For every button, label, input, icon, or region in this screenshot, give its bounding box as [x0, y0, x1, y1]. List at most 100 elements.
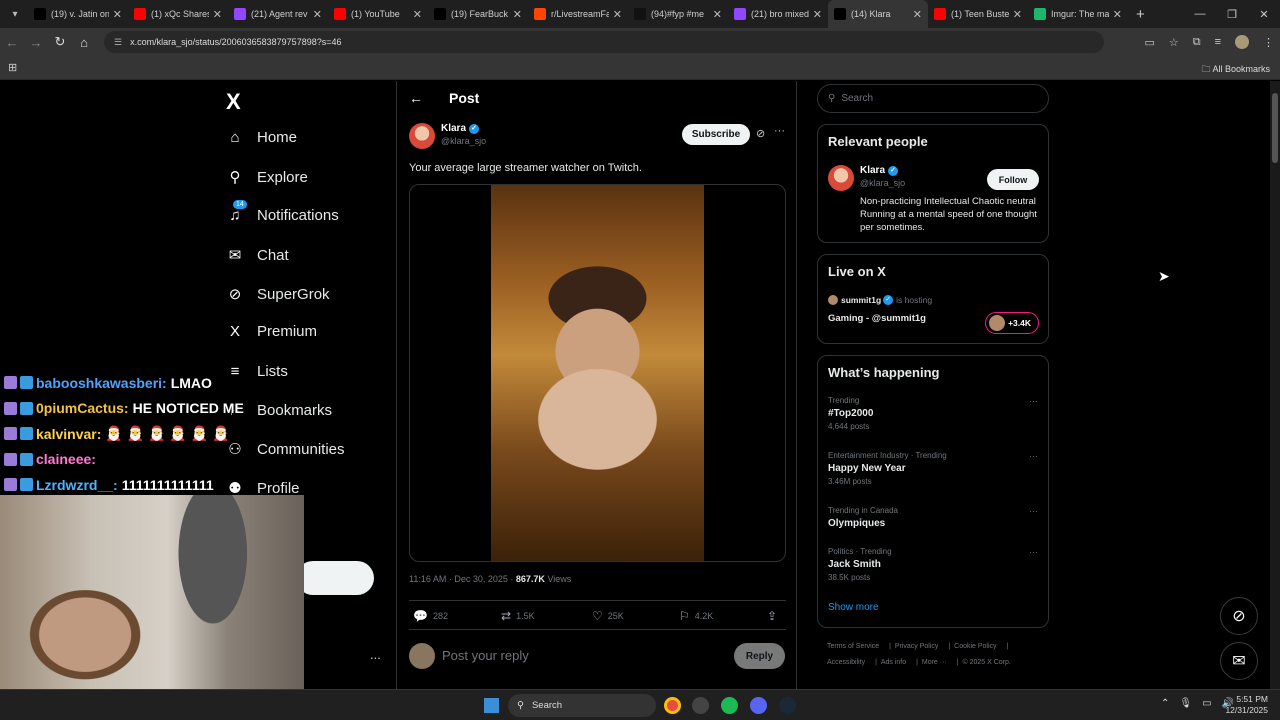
- follow-button[interactable]: Follow: [987, 169, 1039, 190]
- close-tab-icon[interactable]: ✕: [913, 8, 922, 21]
- repost-action[interactable]: ⇄ 1.5K: [501, 609, 535, 623]
- bookmark-star-icon[interactable]: ☆: [1169, 36, 1179, 49]
- trend-item[interactable]: Politics · Trending Jack Smith 38.5K posts…: [828, 547, 1040, 582]
- apps-grid-icon[interactable]: ⊞: [8, 61, 17, 74]
- tab-groups-icon[interactable]: ≡: [1215, 36, 1221, 48]
- my-avatar[interactable]: [409, 643, 435, 669]
- share-action[interactable]: ⇪: [767, 609, 782, 623]
- relevant-person[interactable]: Klara ✓ @klara_sjo: [828, 165, 905, 191]
- nav-item-premium[interactable]: X Premium: [226, 323, 317, 340]
- browser-tab[interactable]: r/LivestreamFa ✕: [528, 0, 628, 28]
- home-browser-icon[interactable]: ⌂: [72, 35, 96, 50]
- subscribe-button[interactable]: Subscribe: [682, 124, 750, 145]
- trend-more-icon[interactable]: ···: [1029, 506, 1038, 516]
- browser-tab[interactable]: (14) Klara ✕: [828, 0, 928, 28]
- video-frame[interactable]: [491, 185, 704, 561]
- profile-avatar[interactable]: [1235, 35, 1249, 49]
- grok-float-button[interactable]: ⊘: [1220, 597, 1258, 635]
- minimize-icon[interactable]: —: [1184, 8, 1216, 20]
- close-tab-icon[interactable]: ✕: [213, 8, 222, 21]
- browser-tab[interactable]: (1) xQc Shares ✕: [128, 0, 228, 28]
- nav-item-explore[interactable]: ⚲ Explore: [226, 168, 308, 187]
- obs-taskbar-icon[interactable]: [692, 697, 709, 714]
- browser-tab[interactable]: (21) bro mixed ✕: [728, 0, 828, 28]
- forward-icon[interactable]: →: [24, 35, 48, 50]
- bookmark-action[interactable]: ⚐ 4.2K: [679, 609, 713, 623]
- cast-icon[interactable]: ▭: [1144, 36, 1154, 49]
- search-input[interactable]: ⚲ Search: [817, 84, 1049, 113]
- steam-taskbar-icon[interactable]: [779, 697, 796, 714]
- footer-cookie[interactable]: Cookie Policy: [954, 643, 996, 650]
- close-tab-icon[interactable]: ✕: [113, 8, 122, 21]
- footer-accessibility[interactable]: Accessibility: [827, 659, 865, 666]
- url-field[interactable]: ☰ x.com/klara_sjo/status/200603658387975…: [104, 31, 1104, 53]
- restore-icon[interactable]: ❐: [1216, 8, 1248, 21]
- footer-privacy[interactable]: Privacy Policy: [895, 643, 939, 650]
- nav-item-supergrok[interactable]: ⊘ SuperGrok: [226, 285, 330, 304]
- close-window-icon[interactable]: ✕: [1248, 8, 1280, 21]
- site-info-icon[interactable]: ☰: [114, 37, 122, 48]
- live-stream-title[interactable]: Gaming - @summit1g: [828, 313, 926, 324]
- browser-tab[interactable]: (21) Agent rev ✕: [228, 0, 328, 28]
- trend-more-icon[interactable]: ···: [1029, 547, 1038, 557]
- account-more-icon[interactable]: ...: [370, 647, 381, 662]
- close-tab-icon[interactable]: ✕: [1113, 8, 1122, 21]
- live-viewers-pill[interactable]: +3.4K: [985, 312, 1039, 334]
- browser-tab[interactable]: (19) FearBuck ✕: [428, 0, 528, 28]
- close-tab-icon[interactable]: ✕: [313, 8, 322, 21]
- browser-tab[interactable]: Imgur: The ma ✕: [1028, 0, 1128, 28]
- browser-tab[interactable]: (94)#fyp #me ✕: [628, 0, 728, 28]
- nav-item-notifications[interactable]: ♫ 14 Notifications: [226, 200, 339, 224]
- browser-tab[interactable]: (19) v. Jatin on ✕: [28, 0, 128, 28]
- grok-icon[interactable]: ⊘: [756, 127, 765, 140]
- author-name[interactable]: Klara: [441, 123, 466, 134]
- like-action[interactable]: ♡ 25K: [592, 609, 624, 623]
- browser-menu-icon[interactable]: ⋮: [1263, 36, 1274, 49]
- relevant-handle[interactable]: @klara_sjo: [860, 178, 905, 188]
- show-more-link[interactable]: Show more: [828, 602, 879, 613]
- footer-terms[interactable]: Terms of Service: [827, 643, 879, 650]
- close-tab-icon[interactable]: ✕: [513, 8, 522, 21]
- discord-taskbar-icon[interactable]: [750, 697, 767, 714]
- close-tab-icon[interactable]: ✕: [1013, 8, 1022, 21]
- footer-ads-info[interactable]: Ads info: [881, 659, 906, 666]
- relevant-avatar[interactable]: [828, 165, 854, 191]
- reply-action[interactable]: 💬 282: [413, 609, 448, 623]
- taskbar-clock[interactable]: 5:51 PM 12/31/2025: [1225, 694, 1268, 716]
- trend-more-icon[interactable]: ···: [1029, 451, 1038, 461]
- footer-more[interactable]: More ···: [922, 659, 947, 666]
- trend-more-icon[interactable]: ···: [1029, 396, 1038, 406]
- all-bookmarks-button[interactable]: 🗀 All Bookmarks: [1201, 62, 1270, 78]
- nav-item-home[interactable]: ⌂ Home: [226, 129, 297, 146]
- trend-item[interactable]: Entertainment Industry · Trending Happy N…: [828, 451, 1040, 486]
- spotify-taskbar-icon[interactable]: [721, 697, 738, 714]
- extensions-icon[interactable]: ⧉: [1193, 36, 1201, 49]
- start-button[interactable]: [484, 698, 499, 713]
- back-arrow-icon[interactable]: ←: [409, 90, 423, 106]
- post-author[interactable]: Klara ✓ @klara_sjo: [409, 123, 486, 149]
- reply-button[interactable]: Reply: [734, 643, 785, 669]
- close-tab-icon[interactable]: ✕: [613, 8, 622, 21]
- chrome-taskbar-icon[interactable]: [664, 697, 681, 714]
- post-timestamp[interactable]: 11:16 AM · Dec 30, 2025 ·: [409, 574, 516, 584]
- post-more-icon[interactable]: ···: [774, 125, 785, 137]
- taskbar-search[interactable]: ⚲ Search: [508, 694, 656, 717]
- back-icon[interactable]: ←: [0, 35, 24, 50]
- relevant-name[interactable]: Klara: [860, 165, 885, 176]
- close-tab-icon[interactable]: ✕: [813, 8, 822, 21]
- close-tab-icon[interactable]: ✕: [713, 8, 722, 21]
- new-tab-button[interactable]: +: [1136, 6, 1145, 23]
- live-host[interactable]: summit1g ✓ is hosting: [828, 295, 932, 305]
- network-icon[interactable]: ▭: [1202, 698, 1211, 709]
- messages-float-button[interactable]: ✉: [1220, 642, 1258, 680]
- post-video[interactable]: [409, 184, 786, 562]
- author-handle[interactable]: @klara_sjo: [441, 136, 486, 146]
- reply-input[interactable]: Post your reply: [442, 648, 529, 663]
- browser-tab[interactable]: (1) YouTube ✕: [328, 0, 428, 28]
- close-tab-icon[interactable]: ✕: [413, 8, 422, 21]
- trend-item[interactable]: Trending #Top2000 4,644 posts ···: [828, 396, 1040, 431]
- microphone-icon[interactable]: 🎙: [1179, 698, 1192, 709]
- nav-item-chat[interactable]: ✉ Chat: [226, 246, 289, 265]
- trend-item[interactable]: Trending in Canada Olympiques ···: [828, 506, 1040, 529]
- chevron-up-icon[interactable]: ⌃: [1161, 698, 1169, 709]
